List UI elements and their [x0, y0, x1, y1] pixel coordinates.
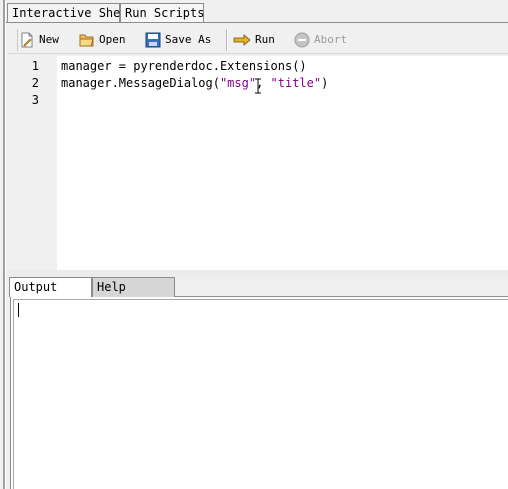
open-folder-icon	[79, 34, 94, 47]
abort-button-label: Abort	[314, 33, 348, 46]
abort-button[interactable]: Abort	[294, 30, 347, 50]
panel-splitter[interactable]	[6, 270, 508, 277]
open-button-label: Open	[99, 33, 126, 46]
toolbar-separator-highlight	[227, 29, 228, 51]
code-line: manager = pyrenderdoc.Extensions()	[61, 59, 307, 73]
toolbar-grip	[17, 29, 18, 51]
code-text: manager.MessageDialog(	[61, 76, 220, 90]
code-string: "title"	[270, 76, 322, 90]
abort-stop-icon	[294, 32, 310, 48]
code-text: manager = pyrenderdoc.Extensions()	[61, 59, 307, 73]
text-cursor-icon	[255, 78, 261, 94]
tab-interactive-shell[interactable]: Interactive Shell	[7, 3, 135, 22]
run-arrow-icon	[233, 34, 251, 46]
text-caret	[18, 303, 19, 317]
save-as-button-label: Save As	[165, 33, 212, 46]
new-button-label: New	[39, 33, 59, 46]
line-number: 1	[31, 59, 39, 73]
output-text-area[interactable]	[13, 299, 508, 489]
tab-help[interactable]: Help	[92, 277, 175, 297]
new-file-icon	[21, 32, 33, 48]
open-button[interactable]: Open	[79, 30, 126, 50]
run-button-label: Run	[255, 33, 275, 46]
tab-run-scripts[interactable]: Run Scripts	[120, 3, 204, 22]
run-button[interactable]: Run	[233, 30, 275, 50]
line-number: 2	[31, 76, 39, 90]
save-as-button[interactable]: Save As	[145, 30, 211, 50]
tab-output[interactable]: Output	[9, 277, 92, 297]
code-line: manager.MessageDialog("msg", "title")	[61, 76, 328, 90]
new-button[interactable]: New	[19, 30, 59, 50]
code-string: "msg"	[219, 76, 257, 90]
window-frame-highlight	[5, 0, 6, 489]
line-number: 3	[31, 93, 39, 107]
floppy-disk-icon	[145, 32, 161, 48]
code-text: )	[321, 76, 329, 90]
tab-bar-border	[6, 22, 508, 23]
script-toolbar: New Open Save As Run Abort	[7, 26, 508, 54]
